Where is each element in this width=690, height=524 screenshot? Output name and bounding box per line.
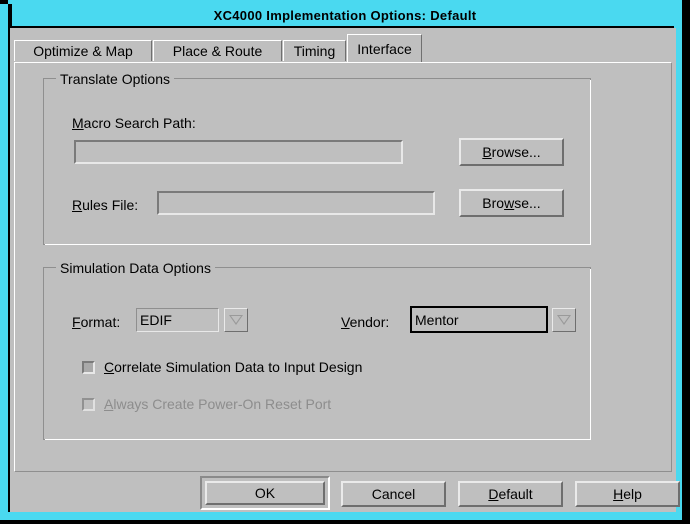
window-frame-left	[0, 4, 8, 520]
tab-strip: Optimize & Map Place & Route Timing Inte…	[10, 34, 676, 62]
window-title: XC4000 Implementation Options: Default	[213, 7, 477, 23]
tab-label: Place & Route	[172, 43, 263, 59]
dialog-client-area: Optimize & Map Place & Route Timing Inte…	[10, 28, 680, 512]
rules-file-browse-button[interactable]: Browse...	[459, 189, 564, 217]
rules-file-label: Rules File:	[72, 197, 138, 213]
vendor-mnemonic: V	[341, 314, 350, 330]
format-value: EDIF	[140, 312, 172, 328]
cancel-button[interactable]: Cancel	[341, 481, 446, 507]
title-bar: XC4000 Implementation Options: Default	[12, 4, 678, 26]
macro-search-path-label-text: acro Search Path:	[83, 115, 196, 131]
browse-button-label: Browse...	[482, 195, 541, 211]
simulation-data-options-title: Simulation Data Options	[56, 260, 215, 276]
browse-button-label: Browse...	[482, 144, 541, 160]
simulation-data-options-group: Simulation Data Options Format: EDIF Ven…	[43, 260, 591, 440]
correlate-simulation-data-checkbox[interactable]	[82, 360, 95, 374]
always-create-power-on-reset-port-checkbox	[82, 397, 95, 411]
dialog-window: XC4000 Implementation Options: Default O…	[0, 0, 690, 524]
cancel-button-label: Cancel	[371, 486, 416, 502]
help-button[interactable]: Help	[575, 481, 680, 507]
dialog-button-bar: OK Cancel Default Help	[14, 476, 680, 510]
rules-file-mnemonic: R	[72, 197, 83, 213]
vendor-label: Vendor:	[341, 314, 389, 330]
vendor-dropdown-arrow-button[interactable]	[552, 308, 576, 332]
tab-optimize-and-map[interactable]: Optimize & Map	[14, 40, 152, 61]
macro-search-path-label: Macro Search Path:	[72, 115, 196, 131]
vendor-combobox[interactable]: Mentor	[410, 306, 548, 333]
always-create-power-on-reset-port-checkbox-row: Always Create Power-On Reset Port	[82, 396, 331, 412]
vendor-label-text: endor:	[349, 314, 390, 330]
correlate-simulation-data-label: Correlate Simulation Data to Input Desig…	[104, 359, 363, 375]
macro-search-path-input[interactable]	[74, 140, 403, 164]
ok-button-label: OK	[254, 485, 276, 501]
tab-interface[interactable]: Interface	[347, 34, 422, 62]
rules-file-label-text: ules File:	[82, 197, 139, 213]
format-label: Format:	[72, 314, 120, 330]
chevron-down-icon	[557, 315, 571, 325]
tab-timing[interactable]: Timing	[283, 40, 346, 61]
translate-options-group: Translate Options Macro Search Path: Bro…	[43, 71, 591, 245]
format-mnemonic: F	[72, 314, 81, 330]
help-button-label: Help	[613, 486, 642, 502]
format-label-text: ormat:	[80, 314, 121, 330]
vendor-value: Mentor	[415, 311, 459, 328]
default-button[interactable]: Default	[458, 481, 563, 507]
tab-label: Optimize & Map	[33, 43, 133, 59]
window-frame-bottom	[0, 512, 682, 520]
default-button-label: Default	[488, 486, 533, 502]
always-create-power-on-reset-port-label: Always Create Power-On Reset Port	[104, 396, 332, 412]
tab-content-panel: Translate Options Macro Search Path: Bro…	[14, 62, 672, 472]
macro-search-path-browse-button[interactable]: Browse...	[459, 138, 564, 166]
tab-place-and-route[interactable]: Place & Route	[153, 40, 282, 61]
macro-search-path-mnemonic: M	[72, 115, 84, 131]
translate-options-title: Translate Options	[56, 71, 174, 87]
chevron-down-icon	[229, 315, 243, 325]
ok-button[interactable]: OK	[205, 481, 325, 505]
rules-file-input[interactable]	[157, 191, 435, 215]
tab-label: Timing	[293, 43, 336, 59]
tab-label: Interface	[357, 40, 412, 57]
correlate-simulation-data-checkbox-row[interactable]: Correlate Simulation Data to Input Desig…	[82, 359, 362, 375]
format-dropdown-arrow-button[interactable]	[224, 308, 248, 332]
format-combobox[interactable]: EDIF	[136, 308, 219, 332]
